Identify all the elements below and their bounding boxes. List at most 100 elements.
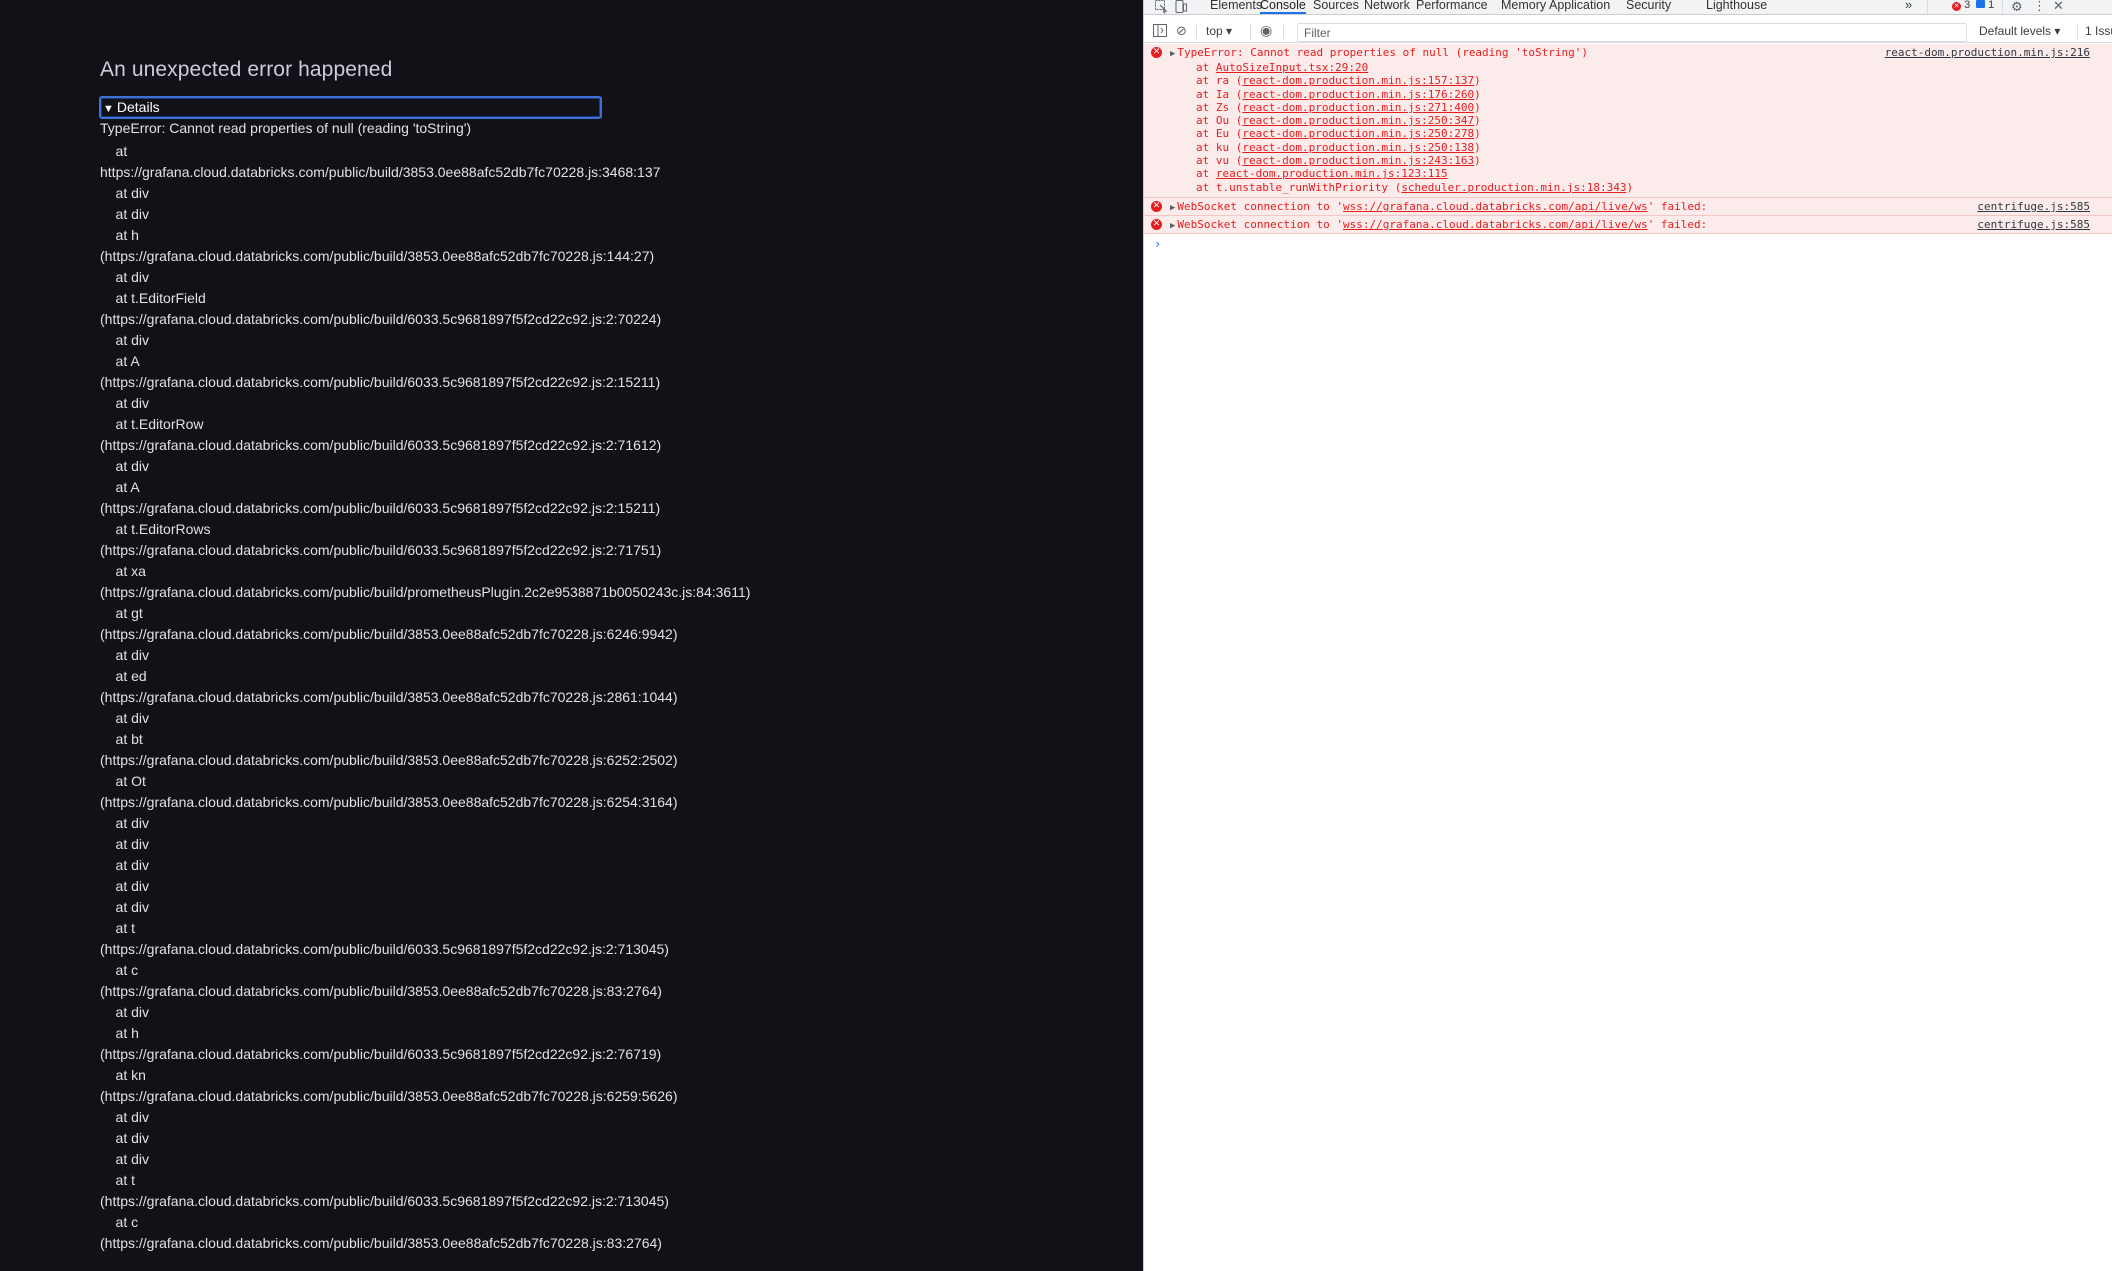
devtools-tabbar: Elements Console Sources Network Performance… [1144,0,2112,15]
stack-line: at div [100,1109,150,1125]
stack-line: (https://grafana.cloud.databricks.com/pu… [100,626,678,642]
stack-frame: at Ia (react-dom.production.min.js:176:2… [1196,87,1481,101]
stack-line: at [100,143,128,159]
console-message-text: WebSocket connection to ' [1177,199,1343,213]
stack-line: (https://grafana.cloud.databricks.com/pu… [100,1235,662,1251]
tab-network[interactable]: Network [1364,0,1410,14]
stack-frame: at Zs (react-dom.production.min.js:271:4… [1196,100,1481,114]
stack-line: (https://grafana.cloud.databricks.com/pu… [100,689,678,705]
source-location-link[interactable]: react-dom.production.min.js:216 [1885,44,2090,61]
stack-line: at div [100,206,150,222]
kebab-menu-icon[interactable]: ⋮ [2033,0,2047,13]
error-icon: ✕ [1151,47,1162,58]
inspect-element-icon[interactable] [1154,0,1168,14]
expand-triangle-icon[interactable]: ▶ [1170,49,1175,59]
details-label: Details [116,99,160,115]
stack-line: at bt [100,731,143,747]
source-location-link[interactable]: centrifuge.js:585 [1977,198,2090,215]
stack-line: at div [100,1004,150,1020]
stack-frame: at ku (react-dom.production.min.js:250:1… [1196,140,1481,154]
stack-line: at div [100,269,150,285]
stack-line: (https://grafana.cloud.databricks.com/pu… [100,437,662,453]
console-toolbar: ⊘ top ▾ ◉ Default levels ▾ 1 Issue: [1144,21,2112,43]
stack-frame-link[interactable]: scheduler.production.min.js:18:343 [1401,181,1626,194]
stack-line: (https://grafana.cloud.databricks.com/pu… [100,1088,678,1104]
stack-line: (https://grafana.cloud.databricks.com/pu… [100,1193,669,1209]
stack-line: at div [100,647,150,663]
stack-frame-link[interactable]: react-dom.production.min.js:123:115 [1216,167,1448,180]
console-filter-input[interactable] [1297,23,1967,42]
stack-frame-link[interactable]: AutoSizeInput.tsx:29:20 [1216,61,1368,74]
stack-frame-function: at Ia [1196,87,1236,101]
console-prompt[interactable]: › [1144,234,2112,254]
stack-frame-link[interactable]: react-dom.production.min.js:250:347 [1242,114,1474,127]
issues-button[interactable]: 1 Issue: [2085,24,2112,38]
stack-line: at div [100,1130,150,1146]
console-message-head: ▶ TypeError: Cannot read properties of nu… [1144,44,2112,61]
log-levels-dropdown[interactable]: Default levels ▾ [1979,24,2060,38]
clear-console-icon[interactable]: ⊘ [1176,23,1187,39]
tab-performance[interactable]: Performance [1416,0,1488,14]
stack-frame-link[interactable]: react-dom.production.min.js:243:163 [1242,154,1474,167]
tab-elements[interactable]: Elements [1210,0,1262,14]
tab-memory[interactable]: Memory [1501,0,1546,14]
expand-triangle-icon[interactable]: ▶ [1170,203,1175,213]
stack-line: at t.EditorRows [100,521,211,537]
stack-line: (https://grafana.cloud.databricks.com/pu… [100,752,678,768]
source-location-link[interactable]: centrifuge.js:585 [1977,216,2090,233]
stack-line: at gt [100,605,143,621]
stack-line: (https://grafana.cloud.databricks.com/pu… [100,983,662,999]
stack-line: at div [100,395,150,411]
stack-line: at div [100,878,150,894]
stack-line: at A [100,479,140,495]
message-icon [1976,0,1985,8]
message-count-badge[interactable]: 1 [1976,0,1994,11]
tab-console[interactable]: Console [1260,0,1306,14]
stack-frame: at Eu (react-dom.production.min.js:250:2… [1196,127,1481,141]
stack-line: (https://grafana.cloud.databricks.com/pu… [100,941,669,957]
expand-triangle-icon[interactable]: ▶ [1170,221,1175,231]
grafana-error-page: An unexpected error happened ▼ Details Ty… [0,0,1143,1271]
tab-application[interactable]: Application [1549,0,1610,14]
console-error-message: ✕ ▶ TypeError: Cannot read properties of n… [1144,44,2112,198]
stack-frame: at AutoSizeInput.tsx:29:20 [1144,61,2112,74]
stack-line: at div [100,332,150,348]
stack-frame-function: at Eu [1196,127,1236,141]
stack-frame-link[interactable]: react-dom.production.min.js:250:278 [1242,127,1474,140]
live-expression-eye-icon[interactable]: ◉ [1260,22,1272,39]
sidebar-toggle-icon[interactable] [1153,24,1167,40]
more-tabs-button[interactable]: » [1905,0,1912,12]
error-count-badge[interactable]: ✕ 3 [1952,0,1970,11]
stack-line: at xa [100,563,146,579]
tab-security[interactable]: Security [1626,0,1671,14]
tab-sources[interactable]: Sources [1313,0,1359,14]
tab-lighthouse[interactable]: Lighthouse [1706,0,1767,14]
stack-frame: at t.unstable_runWithPriority (scheduler… [1196,180,1634,194]
stack-frame-function: at t.unstable_runWithPriority [1196,180,1395,194]
details-toggle[interactable]: ▼ Details [99,96,602,119]
stack-trace: at https://grafana.cloud.databricks.com/p… [100,141,1140,1254]
console-message-head: ▶ WebSocket connection to 'wss://grafana.… [1144,216,2112,233]
stack-frame-link[interactable]: react-dom.production.min.js:271:400 [1242,101,1474,114]
close-icon[interactable]: ✕ [2053,0,2067,13]
stack-line: at t [100,920,136,936]
stack-line: at h [100,227,139,243]
stack-line: at div [100,710,150,726]
websocket-url-link[interactable]: wss://grafana.cloud.databricks.com/api/l… [1343,200,1648,213]
stack-frame-function: at Zs [1196,100,1236,114]
console-message-text: ' failed: [1647,199,1708,213]
stack-frame-link[interactable]: react-dom.production.min.js:250:138 [1242,141,1474,154]
stack-frame-function: at Ou [1196,114,1236,128]
stack-line: (https://grafana.cloud.databricks.com/pu… [100,794,678,810]
context-selector[interactable]: top ▾ [1206,24,1232,38]
device-toolbar-icon[interactable] [1174,0,1188,14]
stack-frame: at Ou (react-dom.production.min.js:250:3… [1196,114,1481,128]
stack-frame-link[interactable]: react-dom.production.min.js:157:137 [1242,74,1474,87]
disclosure-triangle-icon: ▼ [103,103,114,115]
stack-line: at div [100,458,150,474]
stack-frame-link[interactable]: react-dom.production.min.js:176:260 [1242,88,1474,101]
websocket-url-link[interactable]: wss://grafana.cloud.databricks.com/api/l… [1343,218,1648,231]
stack-line: (https://grafana.cloud.databricks.com/pu… [100,1046,662,1062]
error-message: TypeError: Cannot read properties of nul… [100,120,472,136]
settings-gear-icon[interactable]: ⚙ [2011,0,2025,14]
